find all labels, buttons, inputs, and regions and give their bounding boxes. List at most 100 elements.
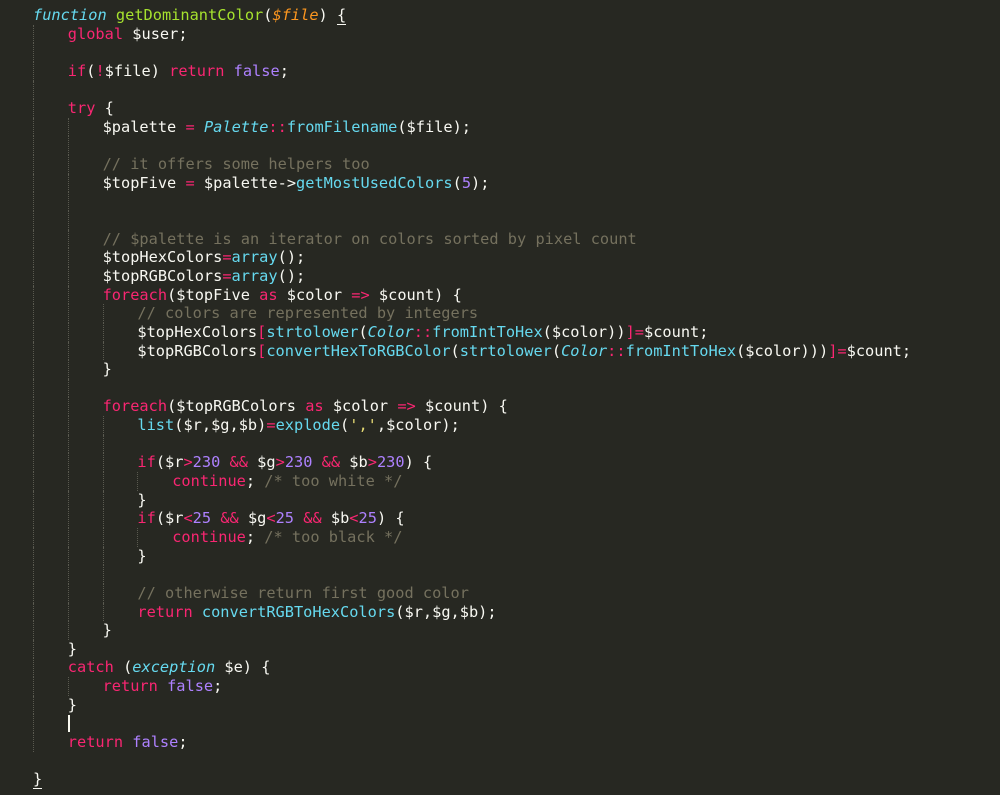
code-token: continue bbox=[172, 527, 246, 546]
code-token: { bbox=[336, 6, 347, 25]
code-token: = bbox=[266, 416, 276, 435]
code-token: ( bbox=[113, 658, 133, 677]
code-token: && bbox=[220, 509, 239, 528]
code-token: $file bbox=[104, 61, 151, 80]
code-token: } bbox=[102, 360, 112, 379]
indent-guide bbox=[33, 397, 34, 417]
code-token: /* too black */ bbox=[264, 527, 403, 546]
code-line-content: catch (exception $e) { bbox=[68, 658, 271, 677]
indent-guide bbox=[33, 453, 34, 473]
code-token: $e) { bbox=[215, 658, 271, 677]
code-token: } bbox=[137, 490, 147, 509]
indent-guide bbox=[67, 248, 69, 267]
code-token: function bbox=[33, 6, 107, 24]
code-token: (); bbox=[277, 248, 306, 267]
code-token: // $palette is an iterator on colors sor… bbox=[102, 229, 637, 248]
code-token: 230 bbox=[376, 453, 405, 472]
code-token: Color bbox=[367, 322, 414, 341]
code-token: ($file); bbox=[397, 117, 472, 136]
text-cursor bbox=[67, 715, 70, 733]
indent-guide bbox=[33, 509, 34, 528]
code-token: < bbox=[183, 509, 193, 528]
code-token: ]= bbox=[625, 322, 644, 341]
code-token: return bbox=[67, 732, 124, 751]
indent-guide bbox=[67, 136, 69, 156]
code-token: 25 bbox=[192, 509, 212, 528]
code-token: try bbox=[67, 99, 96, 118]
code-token: ); bbox=[471, 173, 490, 192]
code-token: ) bbox=[150, 61, 170, 80]
indent-guide bbox=[67, 583, 69, 603]
code-token: $b bbox=[321, 509, 350, 528]
code-line-content: } bbox=[137, 491, 146, 510]
indent-guide bbox=[102, 490, 104, 510]
code-token: // it offers some helpers too bbox=[102, 155, 370, 174]
indent-guide bbox=[102, 416, 104, 435]
code-line-content: // $palette is an iterator on colors sor… bbox=[103, 230, 637, 249]
code-line-content: function getDominantColor($file) { bbox=[33, 6, 347, 25]
indent-guide bbox=[102, 322, 104, 342]
code-line-content: if($r<25 && $g<25 && $b<25) { bbox=[137, 509, 404, 528]
indent-guide bbox=[67, 360, 69, 379]
code-token: $count) { bbox=[369, 285, 462, 304]
code-token: ( bbox=[358, 322, 368, 341]
indent-guide bbox=[33, 565, 34, 584]
code-token: $palette-> bbox=[194, 173, 297, 192]
code-line-content: foreach($topFive as $color => $count) { bbox=[103, 286, 462, 305]
code-token: ($r,$g,$b) bbox=[174, 416, 267, 435]
code-token: fromIntToHex bbox=[625, 341, 737, 360]
code-token: ',' bbox=[349, 416, 377, 435]
indent-guide bbox=[33, 211, 34, 230]
indent-guide bbox=[33, 80, 34, 100]
code-token: = bbox=[185, 173, 195, 192]
code-token: ) bbox=[318, 6, 337, 24]
indent-guide bbox=[33, 43, 34, 62]
code-token: // otherwise return first good color bbox=[137, 583, 469, 602]
code-token: ; bbox=[245, 527, 265, 546]
code-token: if bbox=[137, 453, 156, 472]
code-token: $count; bbox=[846, 341, 912, 360]
indent-guide bbox=[67, 546, 69, 566]
code-token: = bbox=[185, 117, 195, 136]
code-token: exception bbox=[132, 658, 216, 677]
indent-guide bbox=[33, 416, 34, 435]
code-token: as bbox=[259, 285, 278, 304]
indent-guide bbox=[33, 434, 34, 454]
indent-guide bbox=[33, 155, 34, 174]
code-token: list bbox=[137, 416, 175, 435]
code-line-content: } bbox=[68, 640, 77, 659]
indent-guide bbox=[137, 472, 139, 491]
code-token: [ bbox=[257, 322, 267, 341]
code-editor[interactable]: function getDominantColor($file) {global… bbox=[0, 0, 1000, 795]
indent-guide bbox=[33, 546, 34, 566]
code-token: ,$color); bbox=[376, 416, 460, 435]
code-line-content: if(!$file) return false; bbox=[68, 62, 289, 81]
code-token: false bbox=[233, 61, 280, 80]
code-token: array bbox=[231, 266, 278, 285]
code-line-content: continue; /* too white */ bbox=[172, 472, 402, 491]
code-line-content: if($r>230 && $g>230 && $b>230) { bbox=[137, 453, 432, 472]
code-line-content: return false; bbox=[68, 733, 188, 752]
code-token: ($color)) bbox=[542, 322, 626, 341]
indent-guide bbox=[33, 24, 34, 44]
code-token: < bbox=[349, 509, 359, 528]
indent-guide bbox=[67, 117, 69, 137]
indent-guide bbox=[102, 546, 104, 566]
code-token: /* too white */ bbox=[264, 472, 403, 491]
code-token: } bbox=[33, 770, 43, 790]
code-line-content: $topRGBColors=array(); bbox=[103, 267, 306, 286]
indent-guide bbox=[33, 490, 34, 510]
code-token: $color bbox=[277, 285, 352, 304]
indent-guide bbox=[67, 229, 69, 249]
indent-guide bbox=[67, 173, 69, 193]
code-line-content: } bbox=[68, 696, 77, 715]
indent-guide bbox=[67, 602, 69, 622]
code-token: $g bbox=[238, 509, 267, 528]
code-token: ! bbox=[95, 61, 105, 80]
code-line-content: $topFive = $palette->getMostUsedColors(5… bbox=[103, 174, 490, 193]
indent-guide bbox=[102, 565, 104, 584]
code-token: ( bbox=[340, 416, 350, 435]
